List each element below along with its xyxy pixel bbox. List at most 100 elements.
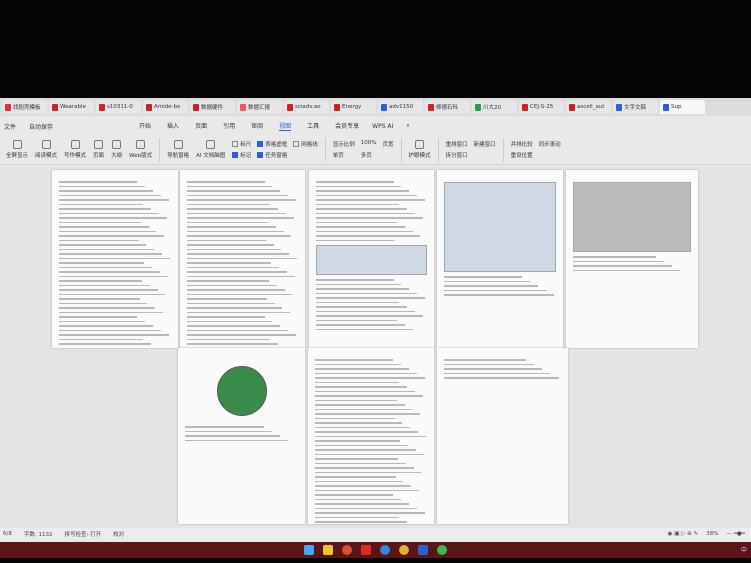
checkbox[interactable]: 表格虚框 [257, 140, 287, 148]
checkbox[interactable]: 任务窗格 [257, 151, 287, 159]
document-tab[interactable]: Energy [331, 100, 376, 114]
checkbox[interactable]: 标尺 [232, 140, 251, 148]
checkbox[interactable]: 标记 [232, 151, 251, 159]
zoom-option[interactable]: 页宽 [383, 140, 394, 148]
document-page[interactable] [437, 348, 568, 524]
button-label: 大纲 [111, 153, 123, 159]
document-page[interactable] [178, 348, 305, 524]
document-icon [146, 103, 152, 111]
document-icon [522, 103, 528, 111]
eye-protect-button[interactable]: 护眼模式 [409, 140, 431, 159]
view-button[interactable]: 大纲 [111, 140, 122, 159]
document-tab[interactable]: adv1150 [378, 100, 423, 114]
document-page[interactable] [566, 170, 698, 348]
document-icon [99, 103, 105, 111]
document-tab[interactable]: Amide-bo [143, 100, 188, 114]
button-label: 全屏显示 [6, 153, 29, 159]
menu-tab[interactable]: 页面 [195, 121, 207, 131]
proofread[interactable]: 校对 [113, 530, 124, 538]
view-mode-icons[interactable]: ◉ ▣ ▷ ⊕ ✎ [668, 531, 698, 537]
document-tab[interactable]: s10311-0 [96, 100, 141, 114]
checkbox-label: 网格线 [301, 142, 318, 148]
tab-label: 数据硬件 [201, 105, 224, 111]
tab-label: sciadv.ao [295, 104, 321, 110]
chrome-icon[interactable] [399, 545, 409, 555]
view-ribbon: 全屏显示 阅读模式 写作模式页面 大纲 Web版式 导航窗格 AI 文档脑图 标尺 表格虚框 网格… [0, 135, 751, 165]
view-icon [173, 140, 183, 149]
zoom-option[interactable]: 多页 [361, 151, 377, 159]
document-tab[interactable]: 文字文稿 [613, 100, 658, 114]
menu-tab[interactable]: 视图 [279, 121, 292, 131]
checkbox[interactable]: 网格线 [293, 140, 318, 148]
menu-tab[interactable]: 插入 [167, 121, 179, 131]
page-indicator[interactable]: 6/8 [3, 531, 12, 537]
view-icon [112, 140, 122, 149]
view-button[interactable]: 阅读模式 [35, 140, 57, 159]
search-icon[interactable]: ⌕ [406, 122, 409, 130]
menu-tab[interactable]: 会员专享 [335, 121, 359, 131]
start-icon[interactable] [304, 545, 314, 555]
zoom-option[interactable]: 显示比例 [333, 140, 355, 148]
document-page[interactable] [308, 348, 434, 524]
wechat-icon[interactable] [437, 545, 447, 555]
compare-option[interactable]: 并排比较 [511, 140, 533, 148]
document-icon [287, 103, 293, 111]
document-page[interactable] [309, 170, 434, 348]
menu-tab[interactable]: 审阅 [251, 121, 263, 131]
tab-label: Amide-bo [154, 104, 181, 110]
document-tab[interactable]: sciadv.ao [284, 100, 329, 114]
file-explorer-icon[interactable] [323, 545, 333, 555]
edge-icon[interactable] [380, 545, 390, 555]
view-button[interactable]: Web版式 [129, 140, 152, 159]
zoom-option[interactable]: 单页 [333, 151, 355, 159]
tab-label: 川大20 [483, 105, 501, 111]
zoom-slider[interactable]: — ━●━ [726, 531, 745, 537]
menu-tab[interactable]: 工具 [307, 121, 319, 131]
word-icon[interactable] [418, 545, 428, 555]
document-icon [193, 103, 199, 111]
document-icon [569, 103, 575, 111]
wps-icon[interactable] [361, 545, 371, 555]
ime-indicator[interactable]: 中 [741, 545, 747, 554]
checkbox-label: 任务窗格 [265, 153, 288, 159]
menu-tab[interactable]: 引用 [223, 121, 235, 131]
autosave-toggle[interactable]: 自动保存 [29, 122, 53, 131]
compare-option[interactable]: 重设位置 [511, 151, 533, 159]
word-count[interactable]: 字数: 1132 [24, 530, 53, 538]
menu-tab[interactable]: 开始 [139, 121, 151, 131]
window-option[interactable]: 拆分窗口 [446, 151, 468, 159]
document-tab[interactable]: Sup [660, 100, 705, 114]
spell-check[interactable]: 拼写检查: 打开 [64, 530, 101, 538]
powerpoint-icon[interactable] [342, 545, 352, 555]
document-icon [52, 103, 58, 111]
document-page[interactable] [437, 170, 563, 348]
zoom-option[interactable]: 100% [361, 140, 377, 148]
zoom-level[interactable]: 38% [706, 531, 718, 537]
document-tab[interactable]: CEJ-S-25 [519, 100, 564, 114]
document-tab[interactable]: 找稻壳模板 [2, 100, 47, 114]
view-button[interactable]: 页面 [93, 140, 104, 159]
document-tab[interactable]: ascell_aut [566, 100, 611, 114]
button-label: 页面 [93, 153, 105, 159]
view-button[interactable]: AI 文档脑图 [196, 140, 225, 159]
document-tab[interactable]: Wearable [49, 100, 94, 114]
document-tab[interactable]: 数据硬件 [190, 100, 235, 114]
document-tab[interactable]: 数据汇报 [237, 100, 282, 114]
view-button[interactable]: 导航窗格 [167, 140, 189, 159]
wps-window: 找稻壳模板 Wearable s10311-0 Amide-bo 数据硬件 数据汇报 sci… [0, 98, 751, 542]
document-multipage-view[interactable] [0, 166, 751, 528]
wps-ai-button[interactable]: WPS AI [372, 123, 393, 130]
window-option[interactable]: 重排窗口 [446, 140, 468, 148]
document-page[interactable] [180, 170, 305, 348]
view-icon [206, 140, 216, 149]
tab-label: 找稻壳模板 [13, 105, 41, 111]
button-label: Web版式 [129, 153, 153, 159]
view-button[interactable]: 全屏显示 [6, 140, 28, 159]
view-button[interactable]: 写作模式 [64, 140, 86, 159]
document-tab[interactable]: 柳德石科 [425, 100, 470, 114]
window-option[interactable]: 新建窗口 [474, 140, 496, 148]
document-tab[interactable]: 川大20 [472, 100, 517, 114]
file-menu[interactable]: 文件 [4, 122, 16, 131]
document-page[interactable] [52, 170, 178, 348]
compare-option[interactable]: 同步滚动 [539, 140, 561, 148]
